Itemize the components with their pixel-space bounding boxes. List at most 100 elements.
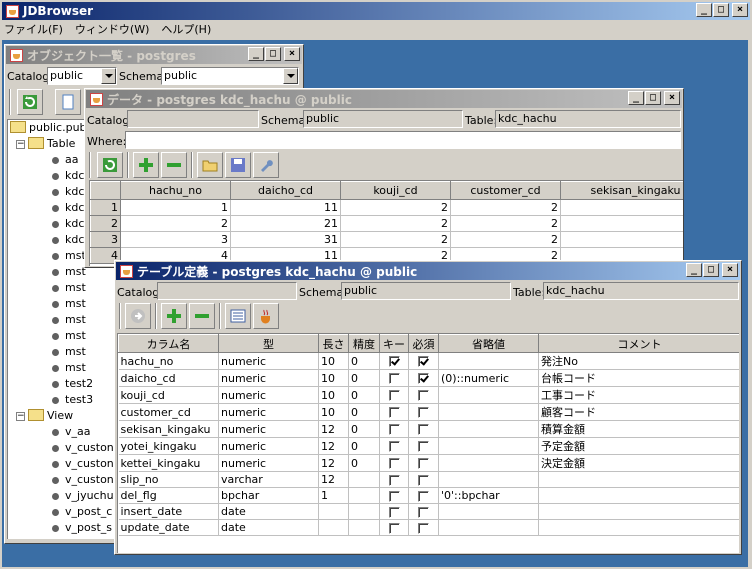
table-cell-len[interactable] bbox=[318, 503, 349, 520]
definition-grid[interactable]: カラム名型長さ 精度 キー 必須 省略値 コメント hachu_no numeric 10 0 発… bbox=[117, 333, 739, 553]
table-cell-name[interactable]: kouji_cd bbox=[118, 386, 219, 404]
table-cell-name[interactable]: daicho_cd bbox=[118, 369, 219, 387]
table-cell-name[interactable]: update_date bbox=[118, 519, 219, 536]
close-button[interactable]: × bbox=[722, 263, 738, 277]
table-cell[interactable]: 2 bbox=[340, 215, 451, 232]
row-number[interactable]: 2 bbox=[90, 215, 121, 232]
column-header[interactable]: hachu_no bbox=[120, 181, 231, 200]
table-cell[interactable]: 2 bbox=[450, 231, 561, 248]
table-cell[interactable]: 1 bbox=[120, 199, 231, 216]
table-cell-def[interactable]: '0'::bpchar bbox=[438, 487, 539, 504]
objects-window-titlebar[interactable]: オブジェクト一覧 - postgres _ □ × bbox=[6, 46, 302, 64]
required-checkbox[interactable] bbox=[418, 522, 429, 534]
data-window-titlebar[interactable]: データ - postgres kdc_hachu @ public _ □ × bbox=[86, 90, 682, 108]
tree-item-view[interactable]: v_post_c bbox=[52, 504, 112, 520]
table-row[interactable]: kouji_cd numeric 10 0 工事コード bbox=[118, 386, 739, 404]
table-cell-type[interactable]: numeric bbox=[218, 454, 319, 472]
table-cell-comment[interactable]: 決定金額 bbox=[538, 454, 739, 472]
minimize-button[interactable]: _ bbox=[248, 47, 264, 61]
table-cell-len[interactable]: 10 bbox=[318, 403, 349, 421]
tree-item-table[interactable]: mst bbox=[52, 328, 86, 344]
navigate-button[interactable] bbox=[125, 303, 151, 329]
table-cell-prec[interactable]: 0 bbox=[348, 352, 380, 370]
open-button[interactable] bbox=[197, 152, 223, 178]
tree-item-table[interactable]: aa bbox=[52, 152, 78, 168]
table-cell-len[interactable] bbox=[318, 519, 349, 536]
maximize-button[interactable]: □ bbox=[645, 91, 661, 105]
table-cell-len[interactable]: 10 bbox=[318, 352, 349, 370]
table-row[interactable]: hachu_no numeric 10 0 発注No bbox=[118, 352, 739, 370]
refresh-button[interactable] bbox=[17, 89, 43, 115]
table-cell-def[interactable] bbox=[438, 519, 539, 536]
tree-item-table[interactable]: mst bbox=[52, 264, 86, 280]
table-cell-prec[interactable]: 0 bbox=[348, 386, 380, 404]
settings-button[interactable] bbox=[253, 152, 279, 178]
tree-item-table[interactable]: kdc bbox=[52, 200, 84, 216]
table-cell-type[interactable]: numeric bbox=[218, 369, 319, 387]
key-checkbox[interactable] bbox=[388, 441, 400, 452]
table-cell[interactable]: 21 bbox=[230, 215, 341, 232]
table-cell-type[interactable]: varchar bbox=[218, 471, 319, 488]
table-cell-type[interactable]: date bbox=[218, 503, 319, 520]
table-cell-comment[interactable] bbox=[538, 519, 739, 536]
tree-item-table[interactable]: test3 bbox=[52, 392, 93, 408]
table-cell-len[interactable]: 12 bbox=[318, 471, 349, 488]
table-cell[interactable]: 2 bbox=[340, 199, 451, 216]
add-column-button[interactable] bbox=[161, 303, 187, 329]
delete-column-button[interactable] bbox=[189, 303, 215, 329]
table-cell[interactable]: 50 bbox=[560, 231, 683, 248]
table-cell-comment[interactable]: 顧客コード bbox=[538, 403, 739, 421]
table-cell-prec[interactable]: 0 bbox=[348, 437, 380, 455]
table-cell-def[interactable] bbox=[438, 386, 539, 404]
minimize-button[interactable]: _ bbox=[686, 263, 702, 277]
tree-item-table[interactable]: kdc bbox=[52, 168, 84, 184]
menu-file[interactable]: ファイル(F) bbox=[4, 21, 63, 37]
key-checkbox[interactable] bbox=[388, 373, 400, 384]
table-cell-def[interactable] bbox=[438, 352, 539, 370]
table-cell-comment[interactable]: 発注No bbox=[538, 352, 739, 370]
table-cell-def[interactable] bbox=[438, 420, 539, 438]
table-cell-prec[interactable]: 0 bbox=[348, 420, 380, 438]
table-cell-name[interactable]: slip_no bbox=[118, 471, 219, 488]
table-row[interactable]: 11112230 bbox=[90, 199, 683, 216]
table-cell-name[interactable]: yotei_kingaku bbox=[118, 437, 219, 455]
tree-item-table[interactable]: mst bbox=[52, 344, 86, 360]
table-cell-len[interactable]: 12 bbox=[318, 437, 349, 455]
required-checkbox[interactable] bbox=[418, 441, 429, 452]
row-number[interactable]: 1 bbox=[90, 199, 121, 216]
table-cell-comment[interactable]: 予定金額 bbox=[538, 437, 739, 455]
table-cell-type[interactable]: date bbox=[218, 519, 319, 536]
table-cell[interactable]: 11 bbox=[230, 199, 341, 216]
table-cell[interactable]: 30 bbox=[560, 199, 683, 216]
table-cell-len[interactable]: 1 bbox=[318, 487, 349, 504]
key-checkbox[interactable] bbox=[388, 407, 400, 418]
close-button[interactable]: × bbox=[284, 47, 300, 61]
maximize-button[interactable]: □ bbox=[713, 3, 729, 17]
where-input[interactable] bbox=[125, 131, 681, 149]
column-header[interactable]: コメント bbox=[538, 334, 739, 353]
table-cell-type[interactable]: bpchar bbox=[218, 487, 319, 504]
maximize-button[interactable]: □ bbox=[703, 263, 719, 277]
tree-item-view[interactable]: v_jyuchu bbox=[52, 488, 114, 504]
tree-item-table[interactable]: kdc bbox=[52, 232, 84, 248]
column-header[interactable]: daicho_cd bbox=[230, 181, 341, 200]
column-header[interactable]: customer_cd bbox=[450, 181, 561, 200]
required-checkbox[interactable] bbox=[418, 390, 429, 401]
chevron-down-icon[interactable] bbox=[101, 68, 116, 84]
close-button[interactable]: × bbox=[732, 3, 748, 17]
required-checkbox[interactable] bbox=[418, 490, 429, 502]
table-cell-name[interactable]: del_flg bbox=[118, 487, 219, 504]
table-cell-prec[interactable] bbox=[348, 503, 380, 520]
table-cell-type[interactable]: numeric bbox=[218, 437, 319, 455]
key-checkbox[interactable] bbox=[388, 522, 400, 534]
table-cell-comment[interactable]: 工事コード bbox=[538, 386, 739, 404]
table-cell[interactable]: 1 bbox=[560, 215, 683, 232]
table-cell-type[interactable]: numeric bbox=[218, 352, 319, 370]
table-cell-type[interactable]: numeric bbox=[218, 403, 319, 421]
table-row[interactable]: insert_date date bbox=[118, 503, 739, 520]
tree-item-table[interactable]: mst bbox=[52, 280, 86, 296]
minimize-button[interactable]: _ bbox=[696, 3, 712, 17]
table-row[interactable]: sekisan_kingaku numeric 12 0 積算金額 bbox=[118, 420, 739, 438]
table-cell-prec[interactable]: 0 bbox=[348, 403, 380, 421]
definition-window-titlebar[interactable]: テーブル定義 - postgres kdc_hachu @ public _ □… bbox=[116, 262, 740, 280]
